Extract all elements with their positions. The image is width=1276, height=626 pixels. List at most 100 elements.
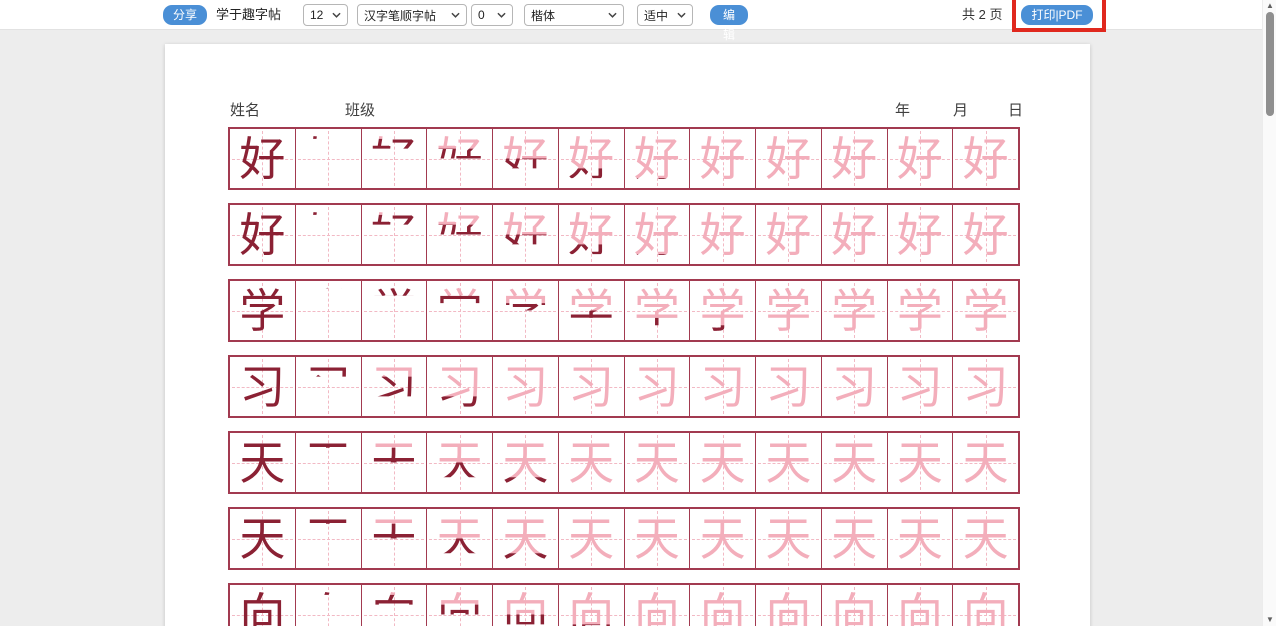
practice-cell: 天天 — [427, 509, 493, 568]
practice-cell: 天天 — [296, 433, 362, 492]
practice-cell: 向向 — [493, 585, 559, 626]
character-trace: 天 — [625, 433, 690, 492]
worksheet-type-value: 汉字笔顺字帖 — [364, 7, 436, 24]
character-trace: 好 — [953, 129, 1018, 188]
practice-cell: 学学 — [559, 281, 625, 340]
practice-row: 天天天天天天天天天天天天天天天天 — [228, 507, 1020, 570]
practice-cell: 好好 — [625, 205, 691, 264]
character-trace: 向 — [362, 585, 427, 626]
practice-cell: 好 — [822, 129, 888, 188]
chevron-down-icon — [608, 12, 617, 18]
character-ink: 天 — [296, 433, 361, 492]
scroll-down-arrow[interactable]: ▼ — [1263, 614, 1276, 626]
practice-cell: 习 — [756, 357, 822, 416]
scrollbar[interactable]: ▲ ▼ — [1262, 0, 1276, 626]
practice-cell: 向向 — [427, 585, 493, 626]
character-trace: 天 — [690, 433, 755, 492]
practice-cell: 习 — [230, 357, 296, 416]
character-trace: 天 — [559, 433, 624, 492]
practice-cell: 学学 — [690, 281, 756, 340]
character-trace: 天 — [822, 433, 887, 492]
practice-cell: 好 — [953, 129, 1018, 188]
character-trace: 习 — [888, 357, 953, 416]
spacing-value: 适中 — [644, 7, 668, 24]
chevron-down-icon — [451, 12, 460, 18]
practice-cell: 向 — [230, 585, 296, 626]
practice-cell: 习 — [888, 357, 954, 416]
font-size-select[interactable]: 12 — [303, 4, 348, 26]
practice-cell: 学 — [888, 281, 954, 340]
character-trace: 好 — [888, 205, 953, 264]
character-trace: 学 — [822, 281, 887, 340]
offset-select[interactable]: 0 — [471, 4, 513, 26]
character-ink: 学 — [230, 281, 295, 340]
character-ink: 学 — [362, 281, 427, 340]
character-trace: 习 — [625, 357, 690, 416]
practice-cell: 好 — [690, 129, 756, 188]
font-family-value: 楷体 — [531, 7, 555, 24]
practice-cell: 天天 — [493, 433, 559, 492]
character-trace: 好 — [888, 129, 953, 188]
practice-cell: 习习 — [427, 357, 493, 416]
character-trace: 习 — [756, 357, 821, 416]
scrollbar-thumb[interactable] — [1266, 12, 1274, 116]
practice-cell: 好好 — [559, 205, 625, 264]
character-ink: 习 — [296, 357, 361, 416]
practice-cell: 天天 — [296, 509, 362, 568]
character-ink: 学 — [296, 281, 361, 340]
spacing-select[interactable]: 适中 — [637, 4, 693, 26]
practice-cell: 学 — [822, 281, 888, 340]
character-trace: 习 — [690, 357, 755, 416]
character-trace: 天 — [953, 433, 1018, 492]
practice-cell: 好 — [888, 205, 954, 264]
character-trace: 学 — [427, 281, 492, 340]
practice-cell: 天天 — [427, 433, 493, 492]
chevron-down-icon — [332, 12, 341, 18]
font-size-value: 12 — [310, 8, 323, 22]
character-trace: 学 — [953, 281, 1018, 340]
character-trace: 好 — [822, 205, 887, 264]
character-trace: 习 — [953, 357, 1018, 416]
character-trace: 习 — [493, 357, 558, 416]
practice-cell: 好 — [690, 205, 756, 264]
character-trace: 天 — [362, 433, 427, 492]
character-trace: 向 — [953, 585, 1018, 626]
character-ink: 习 — [230, 357, 295, 416]
practice-row: 向向向向向向向向向向向向向向向向向向 — [228, 583, 1020, 626]
class-label: 班级 — [345, 99, 375, 120]
practice-cell: 好好 — [493, 205, 559, 264]
character-trace: 好 — [427, 129, 492, 188]
practice-cell: 学学 — [362, 281, 428, 340]
practice-cell: 天 — [953, 433, 1018, 492]
practice-cell: 习习 — [362, 357, 428, 416]
character-trace: 好 — [362, 129, 427, 188]
character-trace: 学 — [493, 281, 558, 340]
worksheet-type-select[interactable]: 汉字笔顺字帖 — [357, 4, 467, 26]
character-trace: 天 — [559, 509, 624, 568]
character-trace: 向 — [559, 585, 624, 626]
practice-cell: 天 — [559, 433, 625, 492]
font-family-select[interactable]: 楷体 — [524, 4, 624, 26]
content-area[interactable]: 姓名 班级 年 月 日 好好好好好好好好好好好好好好好好好好好好好好好好好好好好… — [0, 31, 1262, 626]
character-ink: 向 — [230, 585, 295, 626]
character-trace: 好 — [559, 205, 624, 264]
practice-cell: 天 — [756, 433, 822, 492]
character-trace: 向 — [822, 585, 887, 626]
practice-cell: 天 — [953, 509, 1018, 568]
character-trace: 天 — [756, 433, 821, 492]
practice-cell: 学学 — [756, 281, 822, 340]
practice-cell: 好好 — [625, 129, 691, 188]
share-button[interactable]: 分享 — [163, 5, 207, 25]
year-label: 年 — [895, 99, 910, 120]
character-trace: 天 — [888, 433, 953, 492]
practice-cell: 好 — [230, 205, 296, 264]
practice-cell: 习 — [493, 357, 559, 416]
edit-button[interactable]: 编辑 — [710, 5, 748, 25]
character-ink: 天 — [296, 509, 361, 568]
practice-cell: 天 — [690, 433, 756, 492]
print-pdf-button[interactable]: 打印|PDF — [1021, 5, 1093, 25]
character-trace: 好 — [953, 205, 1018, 264]
character-ink: 天 — [230, 509, 295, 568]
chevron-down-icon — [677, 12, 686, 18]
scroll-up-arrow[interactable]: ▲ — [1263, 0, 1276, 12]
